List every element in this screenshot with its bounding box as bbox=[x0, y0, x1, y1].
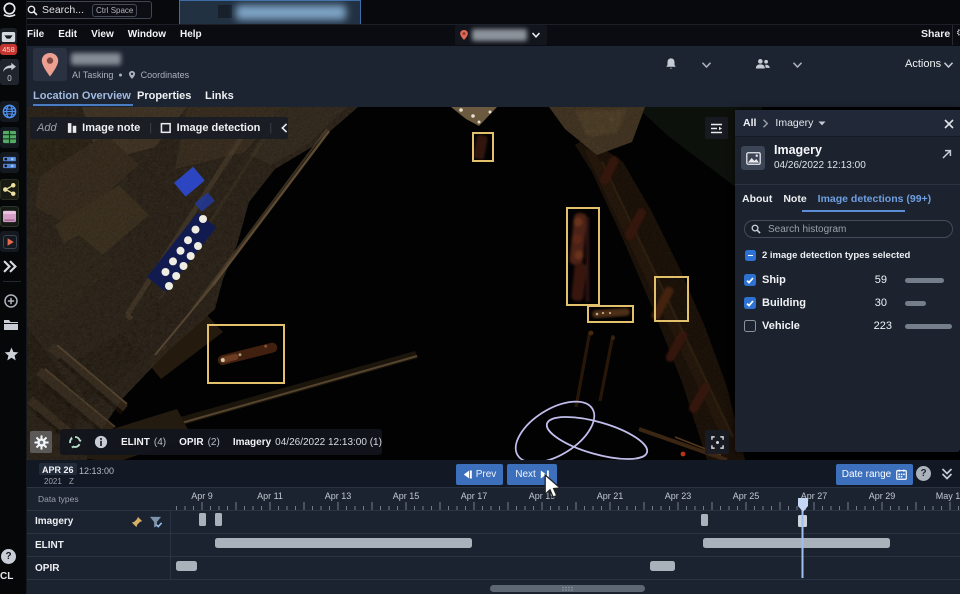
svg-text:Apr 11: Apr 11 bbox=[257, 491, 283, 501]
svg-text:May 1: May 1 bbox=[936, 491, 960, 501]
svg-text:Apr 9: Apr 9 bbox=[191, 491, 213, 501]
svg-text:Apr 15: Apr 15 bbox=[393, 491, 420, 501]
svg-text:Apr 13: Apr 13 bbox=[325, 491, 352, 501]
svg-text:Apr 17: Apr 17 bbox=[461, 491, 488, 501]
svg-text:Apr 23: Apr 23 bbox=[665, 491, 692, 501]
svg-text:Apr 29: Apr 29 bbox=[869, 491, 896, 501]
svg-text:Apr 25: Apr 25 bbox=[733, 491, 760, 501]
svg-text:Apr 21: Apr 21 bbox=[597, 491, 624, 501]
